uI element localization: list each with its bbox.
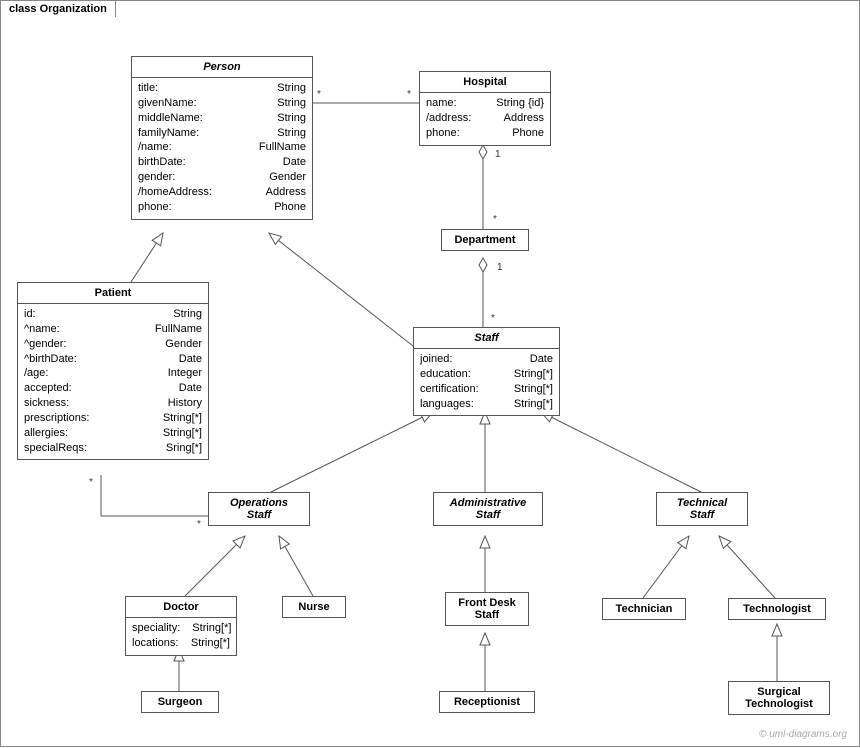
mult: 1 <box>497 262 503 273</box>
diagram-frame: class Organization <box>0 0 860 747</box>
class-body: title:String givenName:String middleName… <box>132 78 312 219</box>
class-technician: Technician <box>602 598 686 620</box>
class-technologist: Technologist <box>728 598 826 620</box>
class-department: Department <box>441 229 529 251</box>
mult: 1 <box>495 149 501 160</box>
class-surgeon: Surgeon <box>141 691 219 713</box>
mult: * <box>491 313 495 324</box>
class-patient: Patient id:String ^name:FullName ^gender… <box>17 282 209 460</box>
class-staff: Staff joined:Date education:String[*] ce… <box>413 327 560 416</box>
mult: * <box>317 89 321 100</box>
mult: * <box>197 519 201 530</box>
class-administrative-staff: AdministrativeStaff <box>433 492 543 526</box>
class-title: Person <box>132 57 312 78</box>
class-title: Hospital <box>420 72 550 93</box>
mult: * <box>89 477 93 488</box>
mult: * <box>493 214 497 225</box>
class-operations-staff: OperationsStaff <box>208 492 310 526</box>
class-doctor: Doctor speciality:String[*] locations:St… <box>125 596 237 656</box>
class-person: Person title:String givenName:String mid… <box>131 56 313 220</box>
class-front-desk-staff: Front DeskStaff <box>445 592 529 626</box>
frame-title-tab: class Organization <box>0 0 116 17</box>
mult: * <box>407 89 411 100</box>
class-surgical-technologist: SurgicalTechnologist <box>728 681 830 715</box>
class-receptionist: Receptionist <box>439 691 535 713</box>
class-nurse: Nurse <box>282 596 346 618</box>
watermark: © uml-diagrams.org <box>759 729 847 740</box>
class-technical-staff: TechnicalStaff <box>656 492 748 526</box>
class-hospital: Hospital name:String {id} /address:Addre… <box>419 71 551 146</box>
frame-title: class Organization <box>9 3 107 15</box>
